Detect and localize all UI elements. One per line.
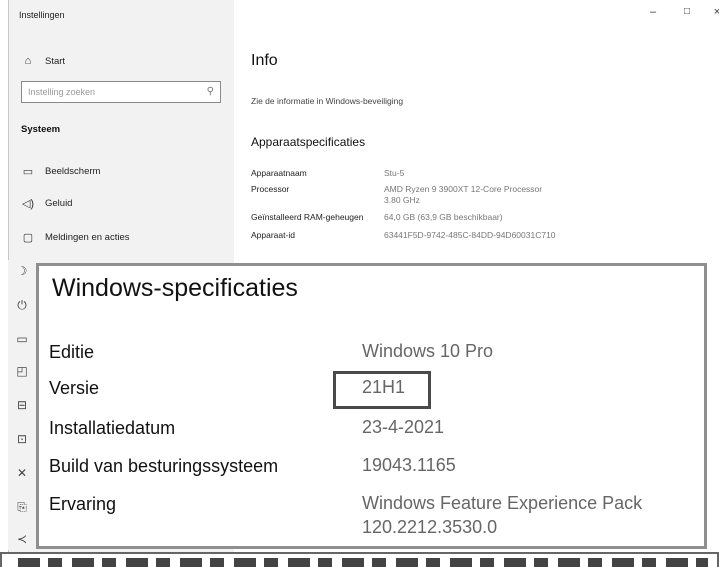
minimize-button[interactable]: – bbox=[643, 6, 663, 18]
sidebar-item-meldingen[interactable]: ▢ Meldingen en acties bbox=[9, 226, 234, 248]
windows-specs-heading: Windows-specificaties bbox=[52, 274, 298, 302]
window-title: Instellingen bbox=[19, 10, 65, 20]
tablet-icon[interactable]: ◰ bbox=[8, 364, 36, 378]
spec-label: Geïnstalleerd RAM-geheugen bbox=[251, 212, 364, 222]
edition-value: Windows 10 Pro bbox=[362, 341, 494, 361]
search-input[interactable]: Instelling zoeken ⚲ bbox=[21, 81, 221, 103]
spec-value: Stu-5 bbox=[384, 168, 405, 178]
install-date-value: 23-4-2021 bbox=[362, 417, 445, 437]
experience-value: Windows Feature Experience Pack 120.2212… bbox=[362, 493, 643, 537]
sidebar-item-geluid[interactable]: ◁) Geluid bbox=[9, 192, 234, 214]
page-title: Info bbox=[251, 52, 278, 69]
cropped-text-strip bbox=[18, 558, 708, 567]
windows-specs-panel: Windows-specificaties Editie Windows 10 … bbox=[36, 263, 707, 549]
sidebar-item-label: Beeldscherm bbox=[45, 165, 101, 177]
spec-label: Apparaat-id bbox=[251, 230, 295, 240]
spec-value: AMD Ryzen 9 3900XT 12-Core Processor 3.8… bbox=[384, 184, 543, 205]
search-icon: ⚲ bbox=[206, 86, 214, 97]
storage-icon[interactable]: ▭ bbox=[8, 332, 36, 346]
maximize-button[interactable]: □ bbox=[677, 6, 697, 17]
edition-label: Editie bbox=[49, 342, 95, 362]
spec-value: 63441F5D-9742-485C-84DD-94D60031C710 bbox=[384, 230, 556, 240]
spec-label: Apparaatnaam bbox=[251, 168, 307, 178]
search-placeholder: Instelling zoeken bbox=[28, 87, 96, 97]
monitor-icon: ▭ bbox=[22, 165, 34, 178]
version-highlight-box bbox=[333, 371, 431, 409]
sidebar-group-title: Systeem bbox=[21, 124, 61, 135]
notification-icon: ▢ bbox=[22, 231, 34, 244]
sidebar-item-label: Geluid bbox=[45, 197, 73, 209]
speaker-icon: ◁) bbox=[21, 197, 35, 210]
shared-experiences-icon[interactable]: ✕ bbox=[8, 466, 36, 480]
version-label: Versie bbox=[49, 378, 100, 398]
security-link[interactable]: Zie de informatie in Windows-beveiliging bbox=[251, 96, 403, 106]
focus-assist-icon[interactable]: ☽ bbox=[8, 264, 36, 278]
multitasking-icon[interactable]: ⊟ bbox=[8, 398, 36, 412]
bottom-frame bbox=[0, 552, 719, 567]
clipboard-icon[interactable]: ⎘ bbox=[8, 500, 36, 515]
spec-label: Processor bbox=[251, 184, 290, 194]
projecting-icon[interactable]: ⊡ bbox=[8, 432, 36, 446]
sidebar-item-label: Start bbox=[45, 55, 66, 67]
close-button[interactable]: × bbox=[707, 6, 719, 18]
sidebar-item-beeldscherm[interactable]: ▭ Beeldscherm bbox=[9, 160, 234, 182]
sidebar-icon-strip: ☽ ⏻ ▭ ◰ ⊟ ⊡ ✕ ⎘ ≺ bbox=[8, 260, 36, 550]
power-icon[interactable]: ⏻ bbox=[8, 298, 36, 313]
experience-label: Ervaring bbox=[49, 494, 117, 514]
spec-value: 64,0 GB (63,9 GB beschikbaar) bbox=[384, 212, 503, 222]
sidebar-item-home[interactable]: ⌂ Start bbox=[9, 50, 234, 72]
os-build-label: Build van besturingssysteem bbox=[49, 456, 279, 476]
install-date-label: Installatiedatum bbox=[49, 418, 176, 438]
remote-desktop-icon[interactable]: ≺ bbox=[8, 532, 36, 546]
device-specs-heading: Apparaatspecificaties bbox=[251, 135, 366, 149]
title-bar: Instellingen – □ × bbox=[9, 0, 719, 30]
sidebar-item-label: Meldingen en acties bbox=[45, 231, 130, 243]
home-icon: ⌂ bbox=[24, 55, 32, 67]
os-build-value: 19043.1165 bbox=[362, 455, 456, 475]
